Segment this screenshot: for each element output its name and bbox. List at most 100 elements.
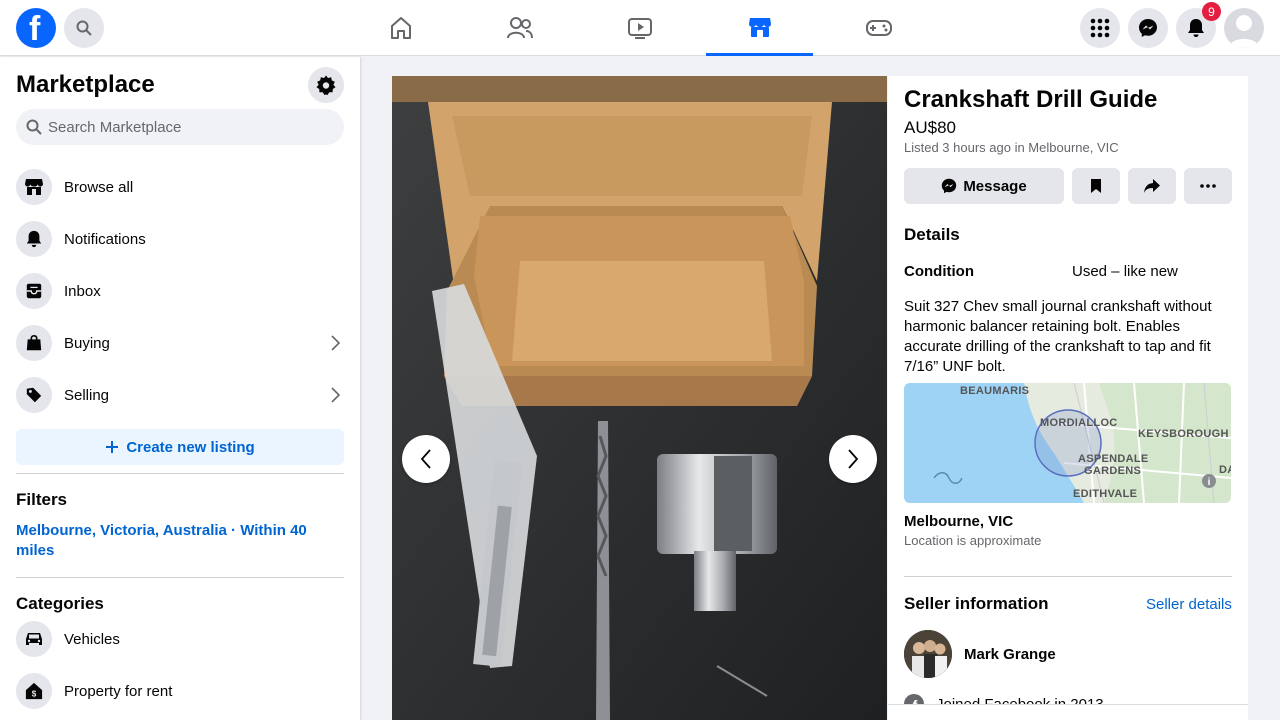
create-listing-button[interactable]: Create new listing xyxy=(16,429,344,465)
profile-avatar[interactable] xyxy=(1224,8,1264,48)
previous-photo-button[interactable] xyxy=(402,435,450,483)
tab-home[interactable] xyxy=(347,0,454,56)
sidebar-item-browse-all[interactable]: Browse all xyxy=(16,165,344,209)
listing-title: Crankshaft Drill Guide xyxy=(904,86,1158,113)
seller-photo xyxy=(904,630,952,678)
grid-menu-icon xyxy=(1090,18,1110,38)
bookmark-icon xyxy=(1091,179,1101,193)
category-item-property-for-rent[interactable]: $ Property for rent xyxy=(16,669,344,713)
filters-heading: Filters xyxy=(16,490,68,509)
messenger-icon xyxy=(942,178,957,194)
divider xyxy=(16,473,344,474)
message-label: Message xyxy=(963,177,1027,195)
storefront-icon xyxy=(16,169,52,205)
plus-icon xyxy=(106,441,119,453)
listing-description: Suit 327 Chev small journal crankshaft w… xyxy=(904,298,1212,375)
tab-watch[interactable] xyxy=(586,0,693,56)
search-button[interactable] xyxy=(64,8,104,48)
bell-icon xyxy=(16,221,52,257)
logo-letter: f xyxy=(29,10,41,48)
map-label: ASPENDALE xyxy=(1078,453,1149,465)
bell-icon xyxy=(1188,19,1204,37)
condition-value: Used – like new xyxy=(1072,263,1178,280)
map-label: MORDIALLOC xyxy=(1040,417,1118,429)
inbox-icon xyxy=(16,273,52,309)
sidebar-item-inbox[interactable]: Inbox xyxy=(16,269,344,313)
sidebar-item-buying[interactable]: Buying xyxy=(16,321,344,365)
category-item-vehicles[interactable]: Vehicles xyxy=(16,617,344,661)
car-icon xyxy=(16,621,52,657)
tab-gaming[interactable] xyxy=(825,0,932,56)
location-note: Location is approximate xyxy=(904,533,1042,548)
listing-detail-panel: Crankshaft Drill Guide AU$80 Listed 3 ho… xyxy=(888,76,1248,720)
messenger-button[interactable] xyxy=(1128,8,1168,48)
categories-heading: Categories xyxy=(16,594,104,613)
map-label: GARDENS xyxy=(1084,465,1142,477)
more-options-button[interactable] xyxy=(1184,168,1232,204)
map-label: EDITHVALE xyxy=(1073,488,1138,500)
house-dollar-icon: $ xyxy=(16,673,52,709)
ellipsis-icon xyxy=(1200,184,1216,188)
share-button[interactable] xyxy=(1128,168,1176,204)
watch-icon xyxy=(627,18,652,39)
tab-friends[interactable] xyxy=(466,0,573,56)
next-photo-button[interactable] xyxy=(829,435,877,483)
chevron-right-icon xyxy=(331,335,341,351)
messenger-icon xyxy=(1139,19,1157,37)
price-tag-icon xyxy=(16,377,52,413)
seller-name[interactable]: Mark Grange xyxy=(964,646,1056,663)
sidebar-item-label: Selling xyxy=(64,386,110,404)
gaming-icon xyxy=(865,20,892,36)
marketplace-sidebar: Marketplace Browse all Notifications Inb… xyxy=(0,57,360,720)
divider xyxy=(904,576,1232,577)
sidebar-item-selling[interactable]: Selling xyxy=(16,373,344,417)
location-filter-link[interactable]: Melbourne, Victoria, Australia · Within … xyxy=(16,521,336,561)
create-listing-label: Create new listing xyxy=(126,438,255,456)
search-input[interactable] xyxy=(48,118,328,136)
home-icon xyxy=(390,17,411,39)
marketplace-search[interactable] xyxy=(16,109,344,145)
chevron-right-icon xyxy=(331,387,341,403)
chevron-left-icon xyxy=(420,449,431,469)
shopping-bag-icon xyxy=(16,325,52,361)
listing-meta: Listed 3 hours ago in Melbourne, VIC xyxy=(904,140,1119,155)
svg-text:$: $ xyxy=(32,689,37,698)
listing-photo xyxy=(392,76,887,720)
seller-heading: Seller information xyxy=(904,594,1049,613)
search-icon xyxy=(76,20,92,36)
product-photo-illustration xyxy=(392,76,887,720)
condition-label: Condition xyxy=(904,263,974,280)
save-button[interactable] xyxy=(1072,168,1120,204)
sidebar-item-label: Inbox xyxy=(64,282,101,300)
search-icon xyxy=(26,119,42,135)
svg-text:i: i xyxy=(1208,477,1211,488)
default-avatar-icon xyxy=(1229,15,1259,48)
details-heading: Details xyxy=(904,225,960,244)
divider xyxy=(16,577,344,578)
facebook-logo[interactable]: f xyxy=(16,8,56,48)
settings-button[interactable] xyxy=(308,67,344,103)
tab-marketplace[interactable] xyxy=(706,0,813,56)
chevron-right-icon xyxy=(848,449,859,469)
message-button[interactable]: Message xyxy=(904,168,1064,204)
panel-bottom-bar xyxy=(888,704,1248,720)
sidebar-item-label: Browse all xyxy=(64,178,134,196)
map-label: BEAUMARIS xyxy=(960,385,1030,397)
location-map[interactable]: i BEAUMARIS MORDIALLOC KEYSBOROUGH ASPEN… xyxy=(904,383,1231,503)
menu-button[interactable] xyxy=(1080,8,1120,48)
gear-icon xyxy=(316,75,336,95)
category-label: Property for rent xyxy=(64,682,173,700)
notification-count-badge: 9 xyxy=(1202,2,1221,21)
sidebar-item-label: Buying xyxy=(64,334,110,352)
seller-avatar[interactable] xyxy=(904,630,952,678)
sidebar-item-notifications[interactable]: Notifications xyxy=(16,217,344,261)
location-name: Melbourne, VIC xyxy=(904,513,1014,530)
share-icon xyxy=(1144,179,1160,193)
marketplace-icon xyxy=(748,17,771,37)
sidebar-item-label: Notifications xyxy=(64,230,146,248)
map-illustration: i xyxy=(904,383,1231,503)
map-label: DA xyxy=(1219,464,1231,476)
top-navigation-bar: f 9 xyxy=(0,0,1280,56)
seller-details-link[interactable]: Seller details xyxy=(1146,596,1232,613)
map-label: KEYSBOROUGH xyxy=(1138,428,1229,440)
